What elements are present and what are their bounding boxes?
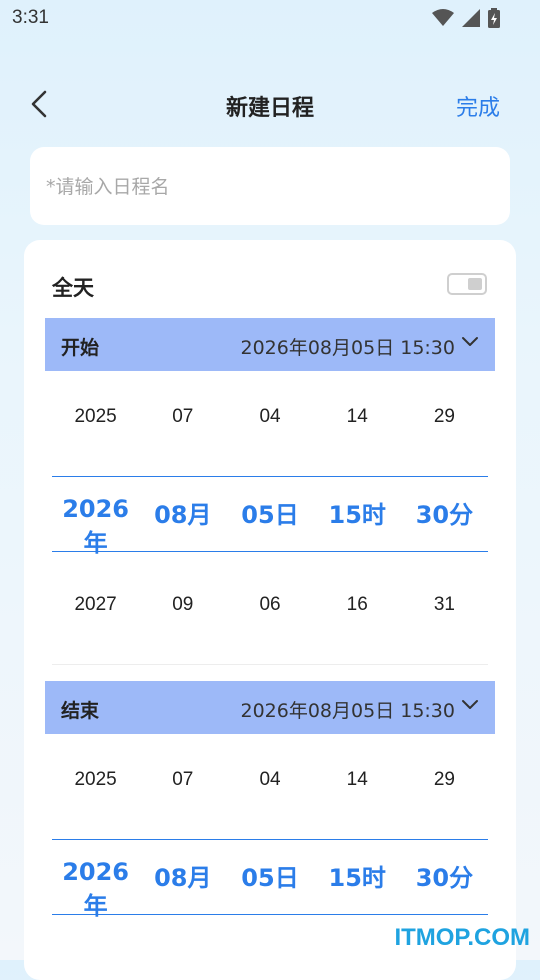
header: 新建日程 完成	[0, 78, 540, 130]
hour-option[interactable]: 14	[314, 406, 401, 428]
end-datetime-value: 2026年08月05日 15:30	[240, 700, 455, 722]
time-settings-card: 全天 开始 2026年08月05日 15:30 2025 07 04 14 29…	[24, 240, 516, 980]
year-option[interactable]: 2027	[52, 594, 139, 616]
hour-option[interactable]: 16	[314, 594, 401, 616]
chevron-down-icon	[462, 700, 478, 709]
year-selected[interactable]: 2026年	[52, 858, 139, 921]
done-button[interactable]: 完成	[456, 90, 500, 122]
hour-selected[interactable]: 15时	[314, 495, 401, 558]
day-selected[interactable]: 05日	[226, 858, 313, 921]
toggle-knob	[468, 278, 482, 290]
end-section-header[interactable]: 结束 2026年08月05日 15:30	[45, 681, 495, 734]
chevron-down-icon	[462, 337, 478, 346]
battery-icon	[488, 8, 500, 28]
picker-row-selected: 2026年 08月 05日 15时 30分	[52, 495, 488, 558]
year-option[interactable]: 2025	[52, 406, 139, 428]
minute-selected[interactable]: 30分	[401, 495, 488, 558]
end-label: 结束	[61, 700, 100, 722]
month-option[interactable]: 09	[139, 594, 226, 616]
hour-option[interactable]: 14	[314, 769, 401, 791]
picker-row-previous: 2025 07 04 14 29	[52, 769, 488, 791]
minute-option[interactable]: 31	[401, 594, 488, 616]
hour-selected[interactable]: 15时	[314, 858, 401, 921]
status-icons	[432, 8, 500, 28]
day-option[interactable]: 04	[226, 769, 313, 791]
schedule-name-card	[30, 147, 510, 227]
selection-top-line	[52, 839, 488, 840]
start-datetime-picker[interactable]: 2025 07 04 14 29 2026年 08月 05日 15时 30分 2…	[52, 371, 488, 661]
year-option[interactable]: 2025	[52, 769, 139, 791]
signal-icon	[462, 9, 480, 27]
month-option[interactable]: 07	[139, 406, 226, 428]
day-option[interactable]: 04	[226, 406, 313, 428]
month-option[interactable]: 07	[139, 769, 226, 791]
status-bar: 3:31	[0, 0, 540, 36]
selection-top-line	[52, 476, 488, 477]
status-time: 3:31	[12, 7, 49, 28]
all-day-toggle[interactable]	[447, 273, 487, 295]
minute-option[interactable]: 29	[401, 406, 488, 428]
picker-row-previous: 2025 07 04 14 29	[52, 406, 488, 428]
all-day-label: 全天	[52, 276, 94, 300]
minute-option[interactable]: 29	[401, 769, 488, 791]
year-selected[interactable]: 2026年	[52, 495, 139, 558]
schedule-name-input[interactable]	[44, 147, 498, 227]
month-selected[interactable]: 08月	[139, 495, 226, 558]
wifi-icon	[432, 9, 454, 26]
start-section-header[interactable]: 开始 2026年08月05日 15:30	[45, 318, 495, 371]
day-selected[interactable]: 05日	[226, 495, 313, 558]
selection-bottom-line	[52, 551, 488, 552]
month-selected[interactable]: 08月	[139, 858, 226, 921]
watermark-logo: ITMOP.COM	[394, 924, 530, 951]
start-datetime-value: 2026年08月05日 15:30	[240, 337, 455, 359]
selection-bottom-line	[52, 914, 488, 915]
start-label: 开始	[61, 337, 100, 359]
picker-row-next: 2027 09 06 16 31	[52, 594, 488, 616]
section-divider	[52, 664, 488, 665]
day-option[interactable]: 06	[226, 594, 313, 616]
minute-selected[interactable]: 30分	[401, 858, 488, 921]
picker-row-selected: 2026年 08月 05日 15时 30分	[52, 858, 488, 921]
